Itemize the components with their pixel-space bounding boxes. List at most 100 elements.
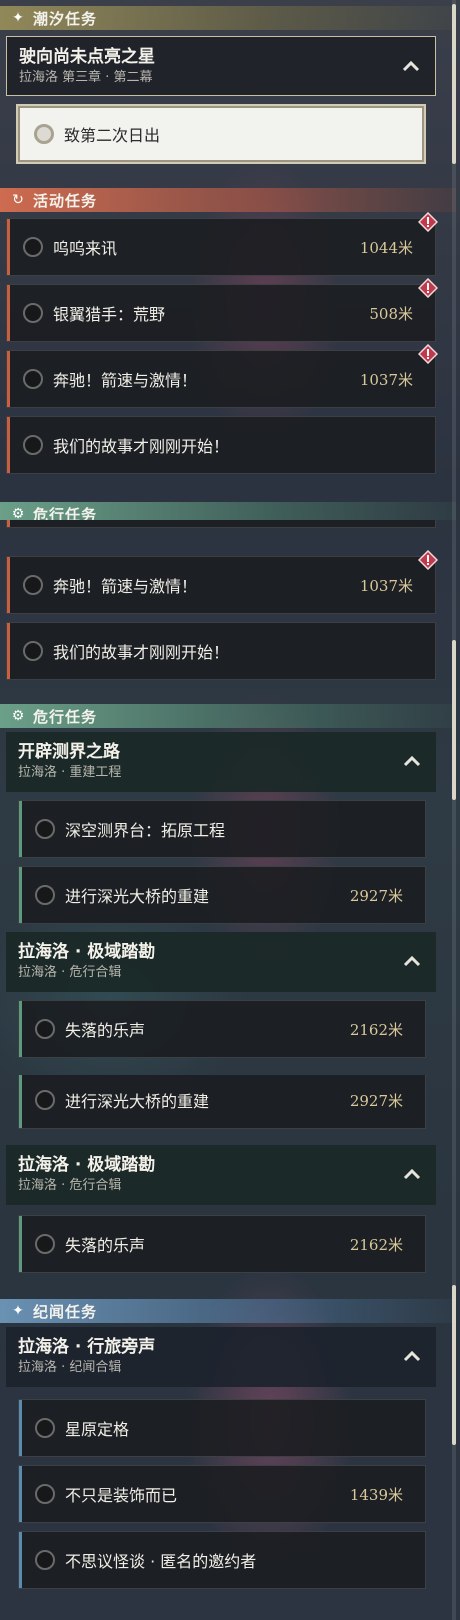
category-label: 纪闻任务 bbox=[33, 1302, 98, 1321]
quest-header-lore[interactable]: 拉海洛 · 行旅旁声 拉海洛 · 纪闻合辑 bbox=[6, 1327, 436, 1387]
quest-name: 进行深光大桥的重建 bbox=[65, 887, 210, 906]
circle-status-icon bbox=[23, 303, 43, 323]
chevron-up-icon[interactable] bbox=[402, 1347, 422, 1367]
danger-quest-card[interactable]: 进行深光大桥的重建 2927米 bbox=[18, 1075, 426, 1129]
alert-diamond-icon bbox=[417, 343, 439, 365]
lore-quest-card[interactable]: 不只是装饰而已 1439米 bbox=[18, 1465, 426, 1523]
quest-distance: 2927米 bbox=[349, 1091, 403, 1110]
scrollbar-thumb[interactable] bbox=[452, 4, 456, 164]
quest-title: 开辟测界之路 bbox=[18, 742, 120, 762]
event-quest-card[interactable]: 奔驰！箭速与激情！ 1037米 bbox=[6, 556, 436, 614]
circle-status-icon bbox=[23, 641, 43, 661]
event-quest-card-partial bbox=[6, 520, 436, 528]
event-quest-card[interactable]: 呜呜来讯 1044米 bbox=[6, 218, 436, 276]
circle-status-icon bbox=[34, 124, 54, 144]
quest-distance: 1037米 bbox=[359, 576, 413, 595]
lore-quest-card[interactable]: 星原定格 bbox=[18, 1399, 426, 1457]
event-quest-card[interactable]: 我们的故事才刚刚开始！ bbox=[6, 622, 436, 680]
chevron-up-icon[interactable] bbox=[401, 57, 421, 77]
segment-2: 奔驰！箭速与激情！ 1037米 我们的故事才刚刚开始！ ⚙ 危行任务 开辟测界之… bbox=[0, 520, 460, 1075]
quest-subtitle: 拉海洛 · 危行合辑 bbox=[18, 965, 122, 980]
quest-name: 进行深光大桥的重建 bbox=[65, 1092, 210, 1111]
quest-name: 奔驰！箭速与激情！ bbox=[53, 371, 198, 390]
circle-status-icon bbox=[23, 237, 43, 257]
quest-distance: 1037米 bbox=[359, 370, 413, 389]
circle-status-icon bbox=[23, 369, 43, 389]
circle-status-icon bbox=[35, 1550, 55, 1570]
quest-distance: 508米 bbox=[369, 304, 413, 323]
circle-status-icon bbox=[35, 1234, 55, 1254]
chevron-up-icon[interactable] bbox=[402, 752, 422, 772]
category-danger: ⚙ 危行任务 bbox=[0, 704, 456, 728]
quest-subtitle: 拉海洛 · 重建工程 bbox=[18, 765, 122, 780]
quest-title: 拉海洛 · 极域踏勘 bbox=[18, 942, 156, 962]
quest-distance: 2927米 bbox=[349, 886, 403, 905]
quest-name: 深空测界台：拓原工程 bbox=[65, 821, 226, 840]
event-quest-card[interactable]: 奔驰！箭速与激情！ 1037米 bbox=[6, 350, 436, 408]
quest-distance: 2162米 bbox=[349, 1235, 403, 1254]
step-name: 致第二次日出 bbox=[64, 126, 161, 145]
segment-1: ✦ 潮汐任务 驶向尚未点亮之星 拉海洛 第三章 · 第二幕 致第二次日出 ↻ 活… bbox=[0, 0, 460, 520]
lore-quest-card[interactable]: 不思议怪谈 · 匿名的邀约者 bbox=[18, 1531, 426, 1589]
event-quest-card[interactable]: 我们的故事才刚刚开始！ bbox=[6, 416, 436, 474]
quest-header-danger[interactable]: 拉海洛 · 极域踏勘 拉海洛 · 危行合辑 bbox=[6, 1145, 436, 1205]
quest-header-danger[interactable]: 拉海洛 · 极域踏勘 拉海洛 · 危行合辑 bbox=[6, 932, 436, 992]
chevron-up-icon[interactable] bbox=[402, 952, 422, 972]
chevron-up-icon[interactable] bbox=[402, 1165, 422, 1185]
danger-quest-card[interactable]: 失落的乐声 2162米 bbox=[18, 1215, 426, 1273]
circle-status-icon bbox=[35, 1418, 55, 1438]
quest-distance: 1044米 bbox=[359, 238, 413, 257]
category-event: ↻ 活动任务 bbox=[0, 188, 456, 212]
alert-diamond-icon bbox=[417, 277, 439, 299]
quest-header-tide[interactable]: 驶向尚未点亮之星 拉海洛 第三章 · 第二幕 bbox=[6, 36, 436, 96]
quest-tracker-panel: ✦ 潮汐任务 驶向尚未点亮之星 拉海洛 第三章 · 第二幕 致第二次日出 ↻ 活… bbox=[0, 0, 460, 1620]
segment-3: 进行深光大桥的重建 2927米 拉海洛 · 极域踏勘 拉海洛 · 危行合辑 失落… bbox=[0, 1075, 460, 1620]
hazard-icon: ⚙ bbox=[11, 708, 25, 724]
quest-step-active[interactable]: 致第二次日出 bbox=[16, 104, 426, 164]
danger-quest-card[interactable]: 进行深光大桥的重建 2927米 bbox=[18, 866, 426, 924]
quest-name: 失落的乐声 bbox=[65, 1021, 146, 1040]
sparkle-icon: ✦ bbox=[12, 1303, 24, 1319]
quest-subtitle: 拉海洛 第三章 · 第二幕 bbox=[19, 70, 153, 85]
alert-diamond-icon bbox=[417, 549, 439, 571]
quest-name: 银翼猎手：荒野 bbox=[53, 305, 166, 324]
category-label: 危行任务 bbox=[33, 505, 98, 521]
circle-status-icon bbox=[35, 885, 55, 905]
sparkle-icon: ✦ bbox=[12, 10, 24, 26]
danger-quest-card[interactable]: 深空测界台：拓原工程 bbox=[18, 800, 426, 858]
scrollbar-thumb[interactable] bbox=[452, 640, 456, 800]
category-danger-partial: ⚙ 危行任务 bbox=[0, 502, 456, 520]
quest-distance: 2162米 bbox=[349, 1020, 403, 1039]
hazard-icon: ⚙ bbox=[11, 506, 25, 520]
category-label: 活动任务 bbox=[33, 191, 98, 210]
circle-status-icon bbox=[23, 435, 43, 455]
circle-status-icon bbox=[35, 1019, 55, 1039]
quest-name: 不只是装饰而已 bbox=[65, 1486, 178, 1505]
quest-name: 奔驰！箭速与激情！ bbox=[53, 577, 198, 596]
quest-subtitle: 拉海洛 · 危行合辑 bbox=[18, 1178, 122, 1193]
category-label: 危行任务 bbox=[33, 707, 98, 726]
quest-name: 我们的故事才刚刚开始！ bbox=[53, 437, 230, 456]
circle-status-icon bbox=[23, 575, 43, 595]
category-label: 潮汐任务 bbox=[33, 9, 98, 28]
event-quest-card[interactable]: 银翼猎手：荒野 508米 bbox=[6, 284, 436, 342]
quest-title: 驶向尚未点亮之星 bbox=[19, 47, 155, 67]
quest-subtitle: 拉海洛 · 纪闻合辑 bbox=[18, 1360, 122, 1375]
circle-status-icon bbox=[35, 1484, 55, 1504]
danger-quest-card[interactable]: 失落的乐声 2162米 bbox=[18, 1000, 426, 1058]
quest-title: 拉海洛 · 极域踏勘 bbox=[18, 1155, 156, 1175]
quest-name: 不思议怪谈 · 匿名的邀约者 bbox=[65, 1552, 257, 1571]
circle-status-icon bbox=[35, 1090, 55, 1110]
quest-distance: 1439米 bbox=[349, 1485, 403, 1504]
category-lore: ✦ 纪闻任务 bbox=[0, 1299, 456, 1323]
quest-name: 我们的故事才刚刚开始！ bbox=[53, 643, 230, 662]
quest-name: 星原定格 bbox=[65, 1420, 130, 1439]
quest-name: 失落的乐声 bbox=[65, 1236, 146, 1255]
refresh-icon: ↻ bbox=[12, 192, 24, 208]
alert-diamond-icon bbox=[417, 211, 439, 233]
quest-title: 拉海洛 · 行旅旁声 bbox=[18, 1337, 156, 1357]
quest-header-danger[interactable]: 开辟测界之路 拉海洛 · 重建工程 bbox=[6, 732, 436, 792]
category-tide: ✦ 潮汐任务 bbox=[0, 6, 456, 30]
quest-name: 呜呜来讯 bbox=[53, 239, 118, 258]
scrollbar-thumb[interactable] bbox=[452, 1285, 456, 1445]
